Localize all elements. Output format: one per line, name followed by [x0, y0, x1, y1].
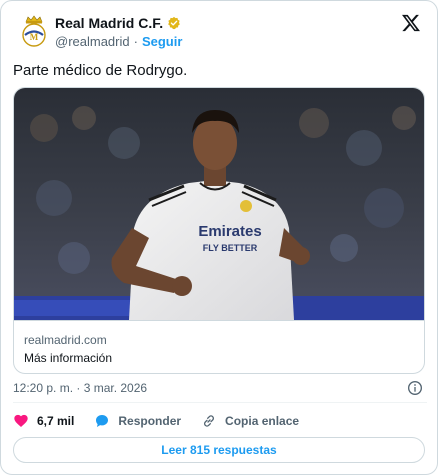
svg-text:Emirates: Emirates [198, 223, 261, 240]
tweet-header: M Real Madrid C.F. @realmadrid · Seguir [13, 11, 427, 51]
read-replies-button[interactable]: Leer 815 respuestas [13, 437, 425, 463]
reply-button[interactable]: Responder [94, 413, 181, 429]
author-handle[interactable]: @realmadrid [55, 34, 130, 49]
x-logo-icon[interactable] [401, 13, 421, 33]
like-button[interactable]: 6,7 mil [13, 413, 74, 429]
info-icon[interactable] [407, 380, 423, 396]
verified-badge-icon [168, 16, 180, 30]
link-card[interactable]: Emirates FLY BETTER realmadrid.com Más i… [13, 87, 425, 374]
link-icon [204, 415, 214, 427]
tweet-text: Parte médico de Rodrygo. [13, 62, 188, 79]
follow-button[interactable]: Seguir [142, 34, 182, 49]
svg-text:M: M [30, 32, 39, 42]
divider [13, 402, 427, 403]
svg-text:FLY BETTER: FLY BETTER [203, 243, 258, 253]
heart-icon [14, 414, 28, 427]
link-domain[interactable]: realmadrid.com [24, 333, 107, 347]
link-info[interactable]: realmadrid.com Más información [14, 320, 424, 373]
copy-link-button[interactable]: Copia enlace [201, 413, 299, 429]
copy-link-label: Copia enlace [225, 414, 300, 428]
reply-bubble-icon [96, 415, 109, 427]
action-bar: 6,7 mil Responder Copia enlace [13, 411, 319, 431]
link-more-info[interactable]: Más información [24, 351, 112, 365]
author-name[interactable]: Real Madrid C.F. [55, 15, 163, 31]
reply-label: Responder [118, 414, 182, 428]
player-photo[interactable]: Emirates FLY BETTER [14, 88, 424, 320]
tweet-timestamp[interactable]: 12:20 p. m. · 3 mar. 2026 [13, 381, 147, 395]
tweet-card: M Real Madrid C.F. @realmadrid · Seguir … [0, 0, 438, 475]
author-block: Real Madrid C.F. @realmadrid · Seguir [55, 14, 182, 50]
like-count: 6,7 mil [37, 414, 75, 428]
club-crest-icon[interactable]: M [19, 14, 49, 48]
handle-separator: · [133, 34, 138, 49]
